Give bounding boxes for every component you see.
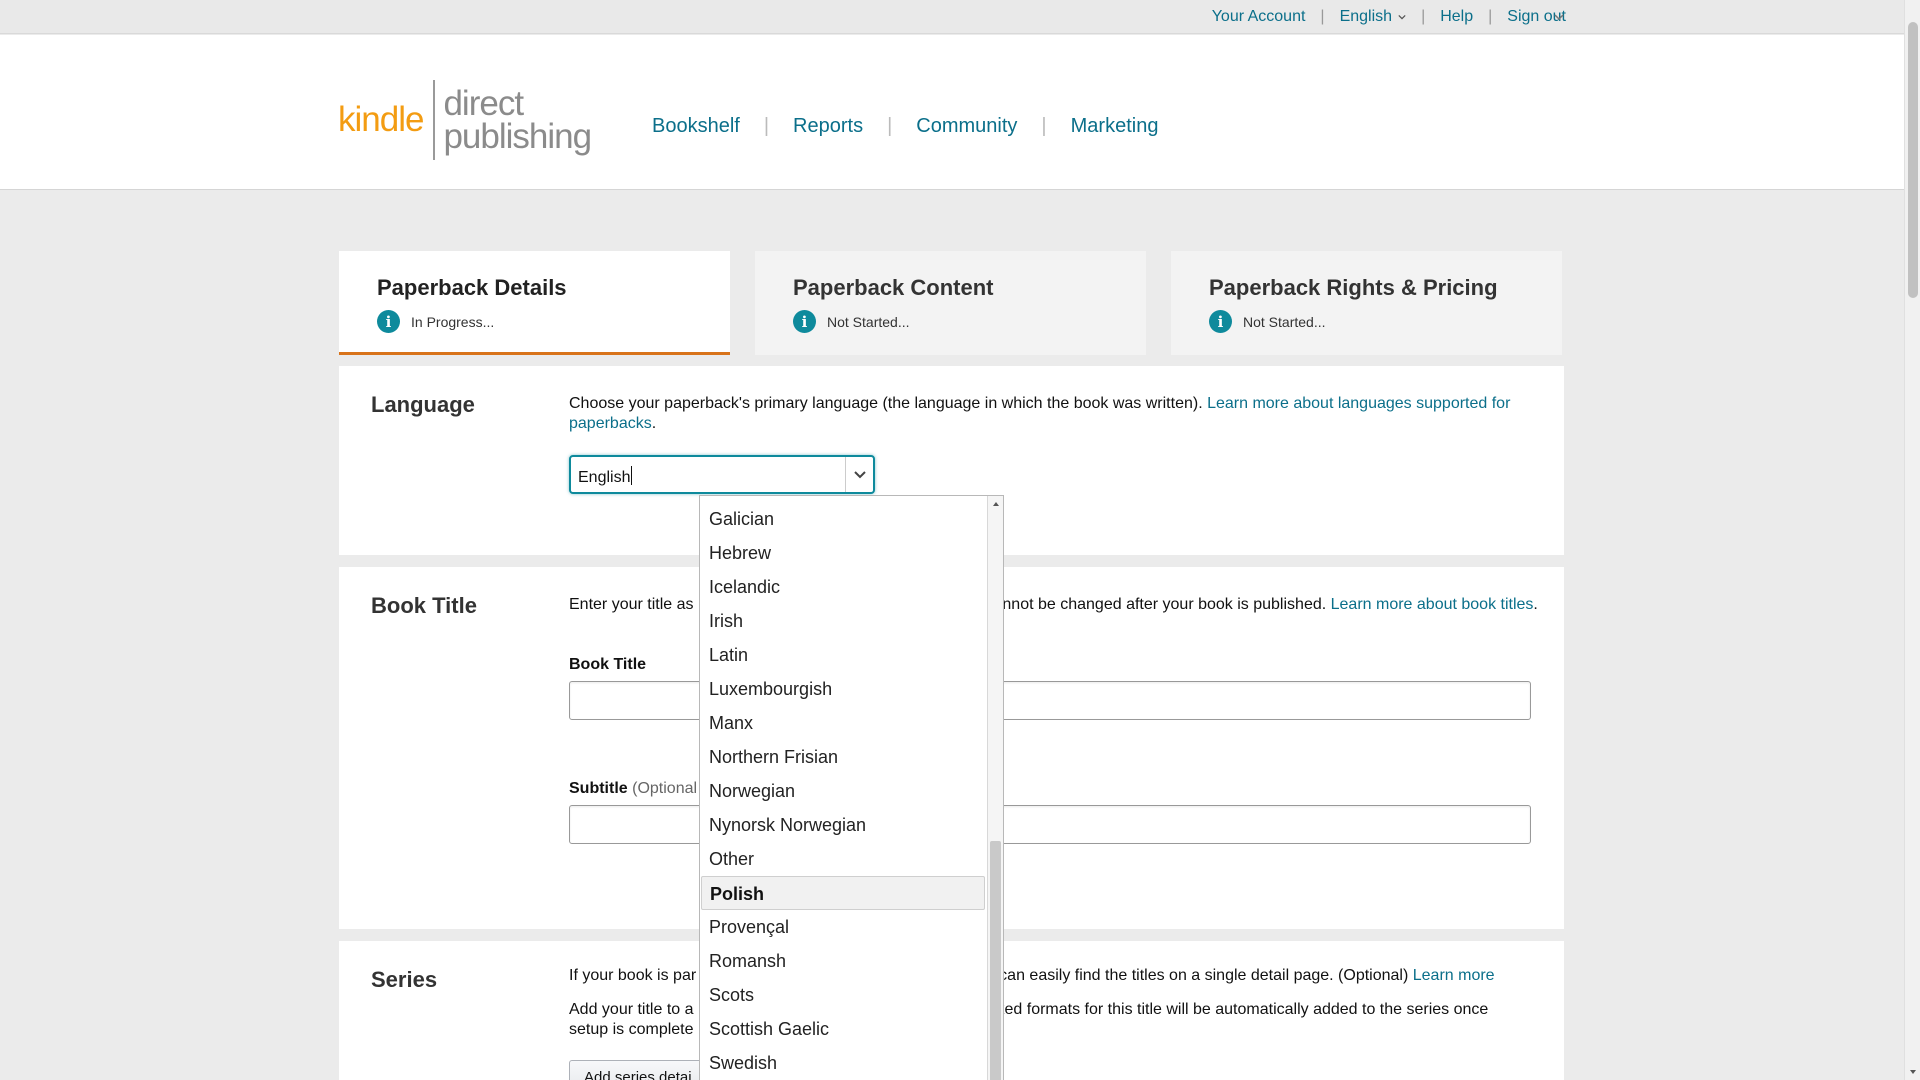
dropdown-scroll-thumb[interactable]: [990, 841, 1001, 1080]
section-title: Language: [371, 392, 475, 417]
language-option[interactable]: Irish: [701, 604, 985, 638]
tab-title: Paperback Details: [377, 275, 567, 300]
language-option[interactable]: Luxembourgish: [701, 672, 985, 706]
separator: |: [763, 115, 770, 137]
tab-status: i Not Started...: [793, 310, 1108, 333]
language-option[interactable]: Polish: [701, 876, 985, 910]
language-option[interactable]: Icelandic: [701, 570, 985, 604]
logo-divider: [433, 80, 436, 160]
language-option[interactable]: Swedish: [701, 1046, 985, 1080]
utility-bar: Your Account | English | Help | Sign out: [0, 0, 1904, 34]
series-desc2-line2: setup is complete: [569, 1021, 694, 1038]
chevron-down-icon: [1398, 14, 1406, 20]
scroll-up-arrow-icon[interactable]: [991, 500, 1001, 508]
section-title: Series: [371, 967, 438, 992]
language-switcher-label: English: [1339, 8, 1393, 25]
dropdown-toggle[interactable]: [845, 457, 873, 492]
language-desc-text: Choose your paperback's primary language…: [569, 395, 1208, 412]
language-option[interactable]: Latin: [701, 638, 985, 672]
nav-marketing[interactable]: Marketing: [1071, 115, 1159, 138]
help-link[interactable]: Help: [1440, 8, 1473, 26]
language-option[interactable]: Scottish Gaelic: [701, 1012, 985, 1046]
add-series-details-button[interactable]: Add series detai: [569, 1060, 707, 1080]
language-option[interactable]: Scots: [701, 978, 985, 1012]
learn-more-titles-link[interactable]: Learn more about book titles: [1331, 596, 1534, 613]
learn-more-series-link[interactable]: Learn more: [1413, 967, 1495, 984]
page-scrollbar[interactable]: [1904, 0, 1920, 1080]
info-icon: i: [377, 310, 400, 333]
language-switcher[interactable]: English: [1340, 8, 1406, 26]
logo-kindle-text: kindle: [338, 100, 424, 139]
language-option[interactable]: Galician: [701, 502, 985, 536]
desc-period: .: [1533, 596, 1538, 613]
nav-bookshelf[interactable]: Bookshelf: [652, 115, 740, 138]
kdp-logo[interactable]: kindle direct publishing: [338, 80, 592, 160]
tab-status: i In Progress...: [377, 310, 692, 333]
tab-title: Paperback Rights & Pricing: [1209, 275, 1498, 300]
tab-title: Paperback Content: [793, 275, 994, 300]
desc-period: .: [651, 415, 657, 432]
subtitle-label-text: Subtitle: [569, 780, 628, 797]
language-select-text: English: [578, 469, 631, 486]
book-title-desc-mid: annot be changed after your book is publ…: [993, 596, 1331, 613]
scroll-down-arrow-icon[interactable]: [1908, 1067, 1918, 1077]
nav-community[interactable]: Community: [916, 115, 1017, 138]
book-title-desc-start: Enter your title as: [569, 596, 694, 613]
subtitle-label: Subtitle (Optional: [569, 780, 697, 798]
main-nav: Bookshelf | Reports | Community | Market…: [652, 115, 1158, 138]
separator: |: [1488, 8, 1493, 25]
text-cursor: [631, 466, 633, 485]
language-option[interactable]: Northern Frisian: [701, 740, 985, 774]
book-title-label: Book Title: [569, 656, 647, 673]
language-dropdown-list[interactable]: Galician Hebrew Icelandic Irish Latin Luxembo…: [699, 495, 1004, 1080]
info-icon: i: [1209, 310, 1232, 333]
info-icon: i: [793, 310, 816, 333]
language-select-value: English: [578, 466, 633, 487]
tab-paperback-content[interactable]: Paperback Content i Not Started...: [755, 251, 1146, 355]
series-desc2-mid: ked formats for this title will be autom…: [996, 1001, 1489, 1018]
language-option[interactable]: Other: [701, 842, 985, 876]
utility-links: Your Account | English | Help | Sign out: [1212, 0, 1566, 34]
language-select[interactable]: English: [569, 455, 875, 494]
language-option[interactable]: Romansh: [701, 944, 985, 978]
language-option[interactable]: Hebrew: [701, 536, 985, 570]
separator: |: [1421, 8, 1426, 25]
section-title: Book Title: [371, 593, 477, 618]
series-desc-mid: can easily find the titles on a single d…: [999, 967, 1413, 984]
language-option[interactable]: Nynorsk Norwegian: [701, 808, 985, 842]
page-scroll-thumb[interactable]: [1908, 22, 1918, 298]
your-account-link[interactable]: Your Account: [1212, 8, 1306, 26]
tab-paperback-rights-pricing[interactable]: Paperback Rights & Pricing i Not Started…: [1171, 251, 1562, 355]
tab-status-text: In Progress...: [411, 313, 495, 330]
chevron-down-icon[interactable]: [1552, 10, 1566, 24]
series-desc-start: If your book is par: [569, 967, 697, 984]
tab-paperback-details[interactable]: Paperback Details i In Progress...: [339, 251, 730, 355]
logo-direct-publishing-text: direct publishing: [443, 86, 592, 156]
logo-publishing: publishing: [443, 117, 592, 156]
separator: |: [1320, 8, 1325, 25]
dropdown-scrollbar[interactable]: [987, 496, 1003, 1080]
language-option[interactable]: Provençal: [701, 910, 985, 944]
optional-text: (Optional: [632, 780, 698, 797]
tab-status: i Not Started...: [1209, 310, 1524, 333]
language-option[interactable]: Norwegian: [701, 774, 985, 808]
site-header: kindle direct publishing Bookshelf | Rep…: [0, 35, 1904, 190]
language-option[interactable]: Manx: [701, 706, 985, 740]
nav-reports[interactable]: Reports: [793, 115, 863, 138]
separator: |: [1041, 115, 1047, 137]
chevron-down-icon: [853, 470, 866, 478]
language-description: Choose your paperback's primary language…: [569, 394, 1549, 434]
series-desc2-start: Add your title to a: [569, 1001, 694, 1018]
tab-status-text: Not Started...: [827, 313, 910, 330]
separator: |: [887, 115, 893, 137]
tab-status-text: Not Started...: [1243, 313, 1326, 330]
